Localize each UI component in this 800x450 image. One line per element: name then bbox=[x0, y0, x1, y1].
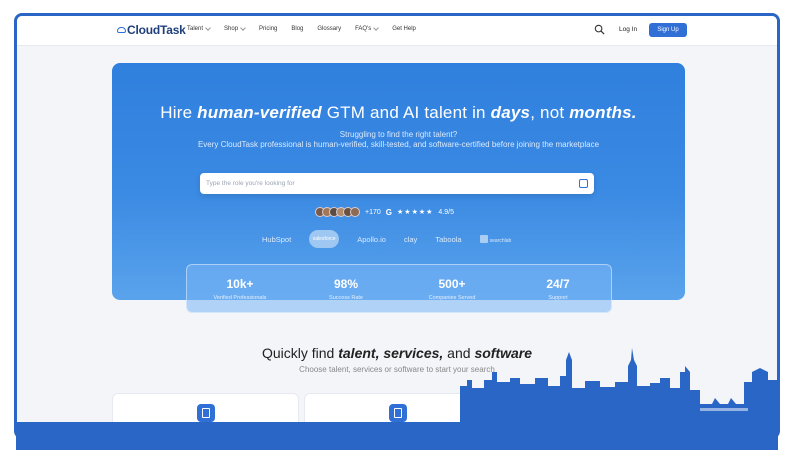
stat-label: Verified Professionals bbox=[213, 294, 267, 301]
hero-subtitle: Struggling to find the right talent? Ever… bbox=[182, 130, 615, 150]
stat-value: 24/7 bbox=[546, 276, 570, 291]
nav-item-label: Get Help bbox=[392, 26, 416, 32]
clay-logo: clay bbox=[403, 234, 418, 244]
logo-text: CloudTask bbox=[127, 23, 186, 37]
social-count: +170 bbox=[365, 208, 381, 216]
stat-label: Support bbox=[548, 294, 568, 301]
nav-item-faqs[interactable]: FAQ's bbox=[355, 25, 380, 32]
top-navigation: CloudTask Talent Shop Pricing Blog Gloss… bbox=[17, 16, 777, 46]
chevron-down-icon bbox=[205, 25, 211, 31]
nav-item-label: Blog bbox=[291, 26, 304, 32]
nav-item-pricing[interactable]: Pricing bbox=[259, 26, 277, 32]
cloudtask-logo[interactable]: CloudTask bbox=[117, 23, 186, 37]
nav-menu: Talent Shop Pricing Blog Glossary FAQ's … bbox=[187, 25, 416, 32]
title-emphasis: software bbox=[474, 345, 533, 361]
stat-support: 24/7 Support bbox=[513, 277, 603, 301]
nav-item-glossary[interactable]: Glossary bbox=[317, 26, 341, 32]
avatar bbox=[350, 207, 360, 217]
headline-part: Hire bbox=[160, 103, 198, 122]
searchlab-text: searchlab bbox=[489, 237, 512, 244]
hero-headline: Hire human-verified GTM and AI talent in… bbox=[112, 103, 685, 123]
nav-item-label: Pricing bbox=[259, 26, 278, 32]
nav-item-blog[interactable]: Blog bbox=[291, 26, 303, 32]
partner-logos: HubSpot salesforce Apollo.io clay Tabool… bbox=[262, 230, 511, 248]
chevron-down-icon bbox=[240, 25, 246, 31]
stat-success-rate: 98% Success Rate bbox=[301, 277, 391, 301]
title-emphasis: talent, services, bbox=[338, 345, 444, 361]
quick-find-title: Quickly find talent, services, and softw… bbox=[17, 345, 777, 361]
stat-value: 98% bbox=[333, 276, 359, 291]
taboola-logo: Taboola bbox=[435, 234, 462, 244]
subtitle-line: Struggling to find the right talent? bbox=[339, 130, 458, 139]
headline-emphasis: human-verified bbox=[197, 103, 322, 122]
search-icon[interactable] bbox=[594, 24, 605, 35]
stat-label: Success Rate bbox=[329, 294, 363, 301]
role-search-input[interactable] bbox=[206, 177, 566, 190]
nav-item-label: Shop bbox=[224, 26, 239, 32]
headline-emphasis: months. bbox=[569, 103, 637, 122]
headline-emphasis: days bbox=[490, 103, 531, 122]
hubspot-logo: HubSpot bbox=[262, 234, 292, 244]
subtitle-line: Every CloudTask professional is human-ve… bbox=[197, 140, 600, 149]
stat-companies: 500+ Companies Served bbox=[407, 277, 497, 301]
nav-item-label: Glossary bbox=[317, 26, 342, 32]
headline-part: GTM and AI talent in bbox=[321, 103, 491, 122]
role-search-box bbox=[200, 173, 594, 194]
briefcase-icon bbox=[388, 404, 407, 422]
star-rating-icon: ★★★★★ bbox=[397, 209, 434, 216]
searchlab-logo: searchlab bbox=[479, 234, 512, 244]
stats-panel: 10k+ Verified Professionals 98% Success Ra… bbox=[186, 264, 612, 313]
salesforce-logo: salesforce bbox=[309, 230, 340, 248]
nav-item-shop[interactable]: Shop bbox=[224, 25, 246, 32]
stat-value: 500+ bbox=[438, 276, 466, 291]
title-part: and bbox=[443, 345, 475, 361]
social-proof: +170 G ★★★★★ 4.9/5 bbox=[315, 207, 454, 217]
nav-item-label: Talent bbox=[187, 26, 204, 32]
user-badge-icon bbox=[196, 404, 215, 422]
search-submit-icon[interactable] bbox=[579, 179, 588, 188]
stat-verified: 10k+ Verified Professionals bbox=[195, 277, 285, 301]
headline-part: , not bbox=[530, 103, 570, 122]
services-card[interactable] bbox=[304, 393, 491, 436]
signup-button[interactable]: Sign Up bbox=[649, 23, 687, 37]
nav-item-talent[interactable]: Talent bbox=[187, 25, 211, 32]
google-icon: G bbox=[385, 207, 393, 217]
searchlab-mark-icon bbox=[479, 234, 488, 243]
stat-label: Companies Served bbox=[428, 294, 476, 301]
avatar-group bbox=[315, 207, 360, 217]
nav-item-label: FAQ's bbox=[355, 26, 372, 32]
apollo-logo: Apollo.io bbox=[357, 234, 386, 244]
quick-find-subtitle: Choose talent, services or software to s… bbox=[299, 365, 495, 374]
chevron-down-icon bbox=[373, 25, 380, 31]
rating-value: 4.9/5 bbox=[438, 208, 454, 216]
title-part: Quickly find bbox=[261, 345, 339, 361]
stat-value: 10k+ bbox=[226, 276, 254, 291]
talent-card[interactable] bbox=[112, 393, 299, 436]
nav-item-get-help[interactable]: Get Help bbox=[392, 26, 416, 32]
login-link[interactable]: Log In bbox=[619, 26, 637, 33]
cloud-icon bbox=[117, 27, 126, 33]
browser-frame: CloudTask Talent Shop Pricing Blog Gloss… bbox=[14, 13, 780, 439]
